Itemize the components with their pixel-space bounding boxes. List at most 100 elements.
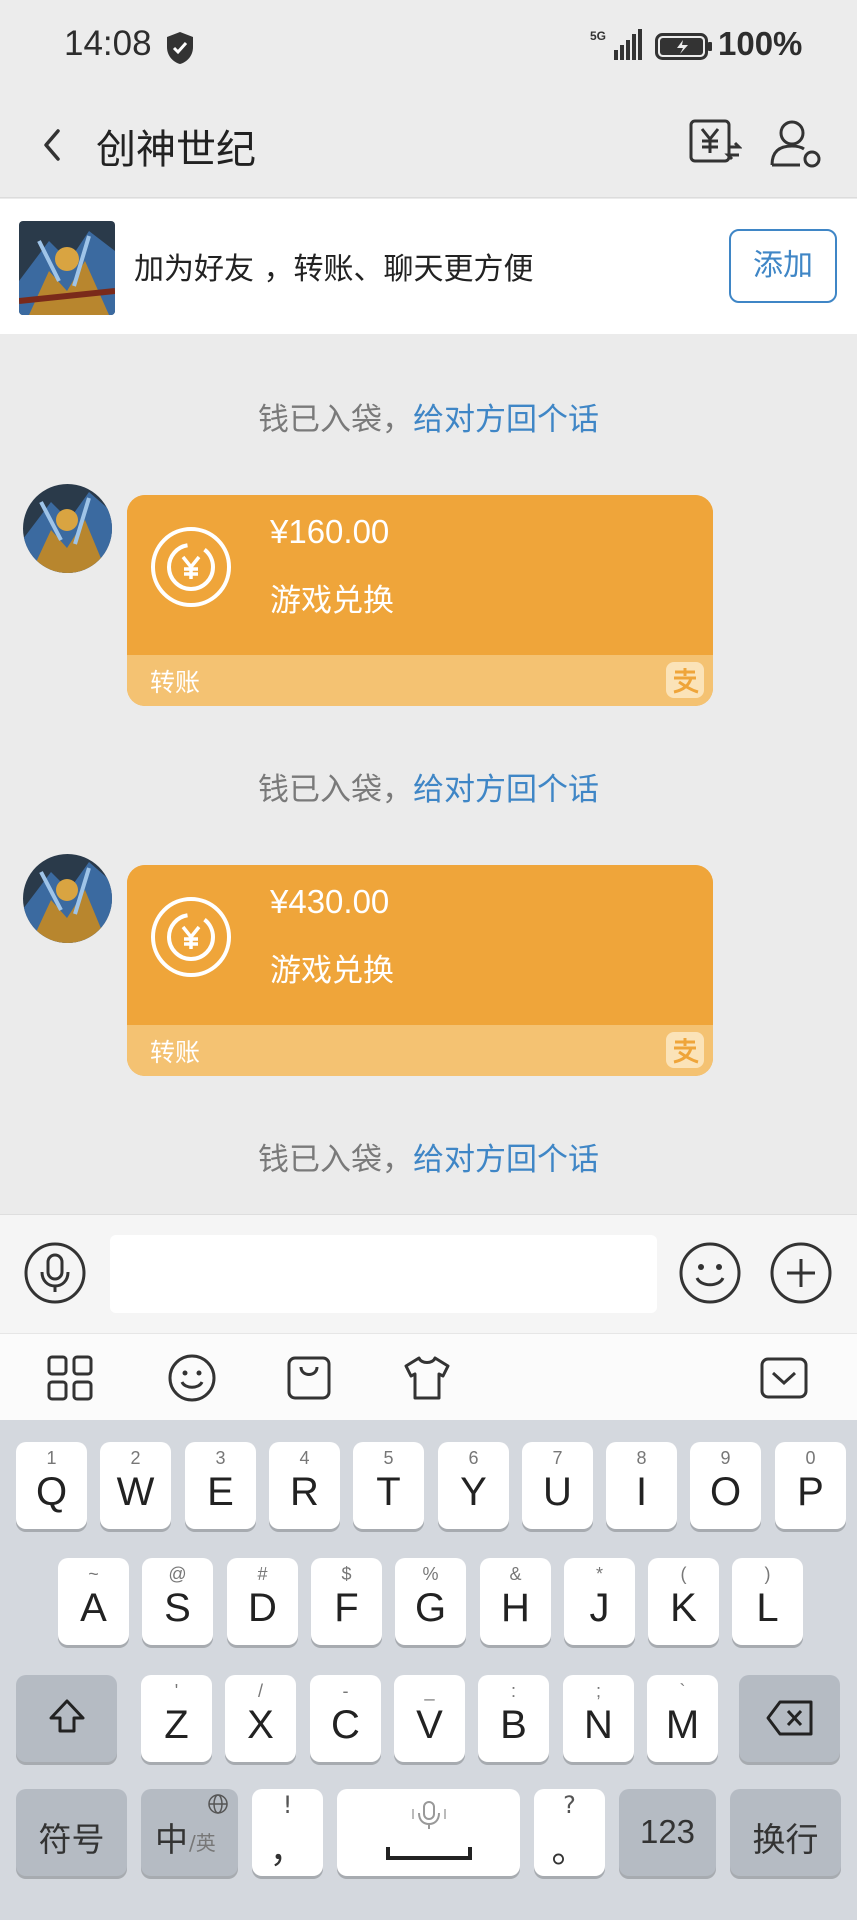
period-key[interactable]: ? 。 bbox=[534, 1789, 605, 1876]
reply-link[interactable]: 给对方回个话 bbox=[413, 402, 599, 438]
transfer-amount: ¥160.00 bbox=[270, 513, 390, 550]
add-friend-banner: 加为好友 ，转账、聊天更方便 添加 bbox=[0, 199, 857, 334]
period-key-alt: ? bbox=[563, 1791, 576, 1819]
key-secondary-label: ; bbox=[595, 1681, 601, 1701]
lang-chinese-label: 中 bbox=[155, 1820, 188, 1859]
message-input-bar bbox=[0, 1214, 857, 1333]
sender-avatar[interactable] bbox=[23, 484, 112, 573]
transfer-type-label: 转账 bbox=[150, 1038, 201, 1067]
key-letter-label: Q bbox=[35, 1470, 68, 1514]
backspace-key[interactable] bbox=[739, 1675, 840, 1762]
transfer-money-icon[interactable] bbox=[688, 115, 742, 169]
key-secondary-label: # bbox=[257, 1564, 268, 1584]
reply-link[interactable]: 给对方回个话 bbox=[413, 1142, 599, 1178]
transfer-card[interactable]: 转账 ¥430.00 游戏兑换 bbox=[127, 865, 713, 1076]
shield-icon bbox=[167, 32, 193, 64]
profile-settings-icon[interactable] bbox=[768, 115, 824, 171]
key-i[interactable]: 8I bbox=[606, 1442, 677, 1529]
key-secondary-label: 3 bbox=[215, 1448, 226, 1468]
key-secondary-label: ' bbox=[174, 1681, 179, 1701]
key-o[interactable]: 9O bbox=[690, 1442, 761, 1529]
key-u[interactable]: 7U bbox=[522, 1442, 593, 1529]
key-r[interactable]: 4R bbox=[269, 1442, 340, 1529]
key-j[interactable]: * J bbox=[564, 1558, 635, 1645]
microphone-icon[interactable] bbox=[23, 1241, 87, 1305]
key-v[interactable]: _ V bbox=[394, 1675, 465, 1762]
space-key[interactable] bbox=[337, 1789, 520, 1876]
transfer-card[interactable]: 转账 ¥160.00 游戏兑换 bbox=[127, 495, 713, 706]
globe-icon bbox=[208, 1794, 228, 1814]
message-input[interactable] bbox=[110, 1235, 657, 1313]
key-secondary-label: - bbox=[342, 1681, 349, 1701]
key-a[interactable]: ~ A bbox=[58, 1558, 129, 1645]
symbols-key[interactable]: 符号 bbox=[16, 1789, 127, 1876]
key-letter-label: V bbox=[416, 1703, 443, 1747]
key-secondary-label: 8 bbox=[636, 1448, 647, 1468]
period-key-label: 。 bbox=[551, 1830, 588, 1871]
key-t[interactable]: 5T bbox=[353, 1442, 424, 1529]
battery-percent: 100% bbox=[718, 25, 803, 62]
key-s[interactable]: @ S bbox=[142, 1558, 213, 1645]
comma-key-label: ， bbox=[269, 1830, 306, 1871]
key-y[interactable]: 6Y bbox=[438, 1442, 509, 1529]
shift-key[interactable] bbox=[16, 1675, 117, 1762]
key-secondary-label: ` bbox=[679, 1681, 686, 1701]
apps-grid-icon[interactable] bbox=[45, 1353, 95, 1403]
key-w[interactable]: 2W bbox=[100, 1442, 171, 1529]
key-letter-label: M bbox=[665, 1703, 700, 1747]
key-n[interactable]: ; N bbox=[563, 1675, 634, 1762]
key-q[interactable]: 1Q bbox=[16, 1442, 87, 1529]
key-x[interactable]: / X bbox=[225, 1675, 296, 1762]
tshirt-skin-icon[interactable] bbox=[402, 1353, 452, 1403]
transfer-amount: ¥430.00 bbox=[270, 883, 390, 920]
chat-title: 创神世纪 bbox=[96, 127, 256, 173]
plus-icon[interactable] bbox=[769, 1241, 833, 1305]
key-p[interactable]: 0P bbox=[775, 1442, 846, 1529]
notice-text: 钱已入袋， bbox=[258, 402, 413, 438]
key-secondary-label: 5 bbox=[383, 1448, 394, 1468]
comma-key[interactable]: ! ， bbox=[252, 1789, 323, 1876]
number-mode-label: 123 bbox=[639, 1813, 696, 1850]
sender-avatar[interactable] bbox=[23, 854, 112, 943]
add-friend-button[interactable]: 添加 bbox=[729, 229, 837, 303]
key-g[interactable]: % G bbox=[395, 1558, 466, 1645]
keyboard-emoji-icon[interactable] bbox=[167, 1353, 217, 1403]
key-d[interactable]: # D bbox=[227, 1558, 298, 1645]
key-c[interactable]: -C bbox=[310, 1675, 381, 1762]
key-m[interactable]: ` M bbox=[647, 1675, 718, 1762]
key-letter-label: F bbox=[334, 1586, 359, 1630]
hide-keyboard-icon[interactable] bbox=[759, 1353, 809, 1403]
transfer-card-footer: 转账 bbox=[127, 655, 713, 706]
key-letter-label: E bbox=[207, 1470, 234, 1514]
shopping-bag-icon[interactable] bbox=[284, 1353, 334, 1403]
enter-key[interactable]: 换行 bbox=[730, 1789, 841, 1876]
key-secondary-label: / bbox=[257, 1681, 263, 1701]
number-mode-key[interactable]: 123 bbox=[619, 1789, 716, 1876]
key-secondary-label: ) bbox=[764, 1564, 771, 1584]
key-l[interactable]: ) L bbox=[732, 1558, 803, 1645]
back-arrow-icon[interactable] bbox=[30, 115, 90, 175]
key-secondary-label: _ bbox=[424, 1681, 435, 1701]
soft-keyboard: 符号 中 /英 ! ， ? 。 123 换行 1Q2W3E4R5T6Y7U8I9… bbox=[0, 1420, 857, 1920]
key-b[interactable]: :B bbox=[478, 1675, 549, 1762]
reply-link[interactable]: 给对方回个话 bbox=[413, 772, 599, 808]
key-secondary-label: 0 bbox=[805, 1448, 816, 1468]
system-notice: 钱已入袋，给对方回个话 bbox=[0, 1134, 857, 1179]
system-notice: 钱已入袋，给对方回个话 bbox=[0, 764, 857, 809]
key-k[interactable]: (K bbox=[648, 1558, 719, 1645]
key-e[interactable]: 3E bbox=[185, 1442, 256, 1529]
key-z[interactable]: ' Z bbox=[141, 1675, 212, 1762]
key-letter-label: I bbox=[635, 1470, 648, 1514]
exchange-yuan-icon bbox=[151, 527, 231, 607]
key-letter-label: R bbox=[290, 1470, 319, 1514]
language-switch-key[interactable]: 中 /英 bbox=[141, 1789, 238, 1876]
key-h[interactable]: & H bbox=[480, 1558, 551, 1645]
comma-key-alt: ! bbox=[282, 1791, 293, 1819]
key-f[interactable]: $ F bbox=[311, 1558, 382, 1645]
key-secondary-label: % bbox=[422, 1564, 439, 1584]
emoji-icon[interactable] bbox=[678, 1241, 742, 1305]
key-secondary-label: 6 bbox=[468, 1448, 479, 1468]
backspace-icon bbox=[766, 1700, 813, 1736]
key-secondary-label: * bbox=[595, 1564, 603, 1584]
alipay-logo-icon bbox=[666, 1032, 704, 1068]
